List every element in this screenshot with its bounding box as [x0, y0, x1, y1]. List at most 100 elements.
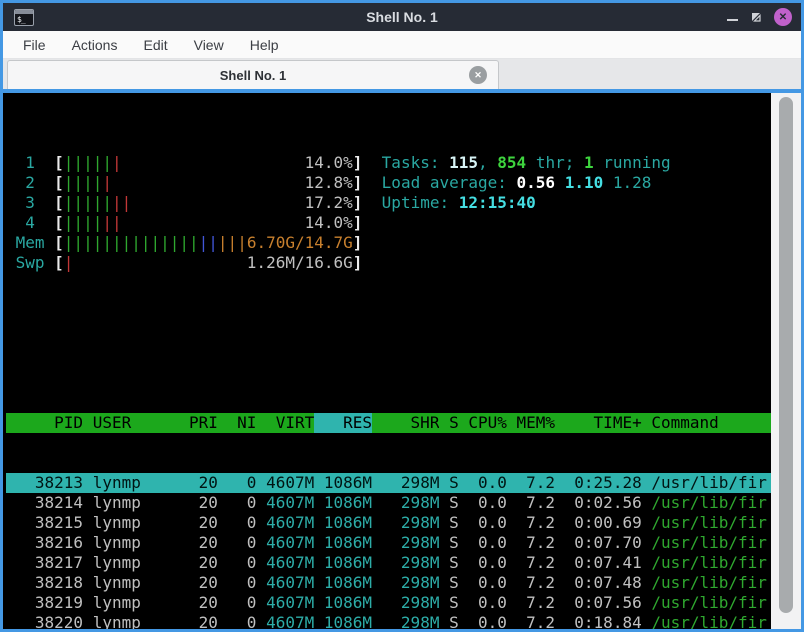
cell-res: 1086M	[323, 573, 373, 592]
cell-mem: 7.2	[526, 593, 556, 612]
cell-mem: 7.2	[526, 533, 556, 552]
process-table-header[interactable]: PID USER PRI NI VIRT RES SHR S CPU% MEM% TIME+ Com…	[6, 413, 771, 433]
cell-time: 0:07.48	[574, 573, 642, 592]
cell-mem: 7.2	[526, 493, 556, 512]
cell-time: 0:07.70	[574, 533, 642, 552]
menu-bar: File Actions Edit View Help	[3, 31, 801, 59]
cell-pri: 20	[198, 493, 218, 512]
cell-virt: 4607M	[266, 513, 315, 532]
process-row[interactable]: 38219 lynmp 20 0 4607M 1086M 298M S 0.0 7.2 0:07.…	[6, 593, 771, 613]
meter-bars: ||	[102, 213, 122, 232]
cell-cpu: 0.0	[477, 573, 507, 592]
tab-label: Shell No. 1	[219, 67, 287, 83]
meter-label: 1	[6, 153, 35, 172]
process-row[interactable]: 38216 lynmp 20 0 4607M 1086M 298M S 0.0 7.2 0:07.…	[6, 533, 771, 553]
column-header-pri[interactable]: PRI	[179, 413, 218, 433]
scrollbar-track[interactable]	[771, 93, 801, 629]
cell-user: lynmp	[92, 593, 141, 612]
cell-virt: 4607M	[266, 473, 315, 492]
tab-bar: Shell No. 1 ✕	[3, 59, 801, 89]
meter-value: 14.0%	[304, 153, 353, 172]
terminal-screen[interactable]: 1[||||| | 14.0%] 2[|||| | 12.8%] 3[||||| || 17…	[3, 93, 771, 629]
cell-s: S	[449, 593, 459, 612]
cell-res: 1086M	[323, 473, 373, 492]
cell-pid: 38219	[34, 593, 84, 612]
cell-res: 1086M	[323, 593, 373, 612]
scrollbar-thumb[interactable]	[779, 97, 793, 613]
process-row[interactable]: 38217 lynmp 20 0 4607M 1086M 298M S 0.0 7.2 0:07.…	[6, 553, 771, 573]
cell-user: lynmp	[92, 513, 141, 532]
cell-ni: 0	[246, 533, 257, 552]
cell-shr: 298M	[400, 473, 440, 492]
meter-value: 12.8%	[304, 173, 353, 192]
menu-item-help[interactable]: Help	[237, 33, 292, 57]
cell-s: S	[449, 573, 459, 592]
cell-s: S	[449, 473, 459, 492]
tab-close-icon[interactable]: ✕	[469, 66, 487, 84]
cell-cpu: 0.0	[477, 473, 507, 492]
column-header-res[interactable]: RES	[314, 413, 373, 433]
cell-s: S	[449, 533, 459, 552]
cell-pri: 20	[198, 613, 218, 629]
process-row[interactable]: 38218 lynmp 20 0 4607M 1086M 298M S 0.0 7.2 0:07.…	[6, 573, 771, 593]
meter-bars: |||	[217, 233, 247, 252]
cell-s: S	[449, 513, 459, 532]
cell-command: /usr/lib/fir	[651, 553, 767, 572]
minimize-button[interactable]	[727, 19, 738, 21]
cell-shr: 298M	[400, 513, 440, 532]
cell-shr: 298M	[400, 493, 440, 512]
column-header-cpu[interactable]: CPU%	[459, 413, 507, 433]
meter-label: Mem	[6, 233, 45, 252]
restore-button[interactable]	[750, 11, 762, 23]
cell-pid: 38214	[34, 493, 84, 512]
tasks-load-uptime: Tasks: 115, 854 thr; 1 running Load avera…	[382, 153, 671, 273]
column-header-pid[interactable]: PID	[6, 413, 83, 433]
process-row[interactable]: 38220 lynmp 20 0 4607M 1086M 298M S 0.0 7.2 0:18.…	[6, 613, 771, 629]
cell-shr: 298M	[400, 533, 440, 552]
meter-value: 6.70G/14.7G	[246, 233, 353, 252]
cell-command: /usr/lib/fir	[651, 613, 767, 629]
column-header-s[interactable]: S	[439, 413, 459, 433]
column-header-time[interactable]: TIME+	[555, 413, 642, 433]
cell-pri: 20	[198, 473, 218, 492]
cell-mem: 7.2	[526, 513, 556, 532]
cell-command: /usr/lib/fir	[651, 593, 767, 612]
process-row-selected[interactable]: 38213 lynmp 20 0 4607M 1086M 298M S 0.0 7.2 0:25.…	[6, 473, 771, 493]
cell-ni: 0	[246, 493, 257, 512]
column-header-virt[interactable]: VIRT	[256, 413, 315, 433]
meter-bars: |	[102, 173, 112, 192]
process-row[interactable]: 38215 lynmp 20 0 4607M 1086M 298M S 0.0 7.2 0:00.…	[6, 513, 771, 533]
cell-shr: 298M	[400, 613, 440, 629]
column-header-shr[interactable]: SHR	[372, 413, 440, 433]
cell-pri: 20	[198, 513, 218, 532]
close-button[interactable]: ✕	[774, 8, 792, 26]
cell-virt: 4607M	[266, 613, 315, 629]
process-row[interactable]: 38214 lynmp 20 0 4607M 1086M 298M S 0.0 7.2 0:02.…	[6, 493, 771, 513]
tab-shell-no-1[interactable]: Shell No. 1 ✕	[7, 60, 499, 89]
load-average-line: Load average: 0.56 1.10 1.28	[381, 173, 652, 192]
cell-pid: 38216	[34, 533, 84, 552]
cell-s: S	[449, 613, 459, 629]
meter-bars: |||||	[63, 193, 112, 212]
cell-mem: 7.2	[526, 553, 556, 572]
cell-ni: 0	[246, 473, 257, 492]
cell-command: /usr/lib/fir	[651, 573, 767, 592]
column-header-command[interactable]: Command	[642, 413, 771, 433]
cell-cpu: 0.0	[477, 493, 507, 512]
cell-user: lynmp	[92, 573, 141, 592]
cell-cpu: 0.0	[477, 593, 507, 612]
cell-cpu: 0.0	[477, 513, 507, 532]
meter-bars: |	[63, 253, 74, 272]
cell-time: 0:00.69	[574, 513, 642, 532]
meter-swp: Swp[| 1.26M/16.6G]	[6, 253, 363, 272]
menu-item-edit[interactable]: Edit	[130, 33, 180, 57]
meter-bars: ||||||||||||||	[63, 233, 199, 252]
menu-item-actions[interactable]: Actions	[59, 33, 131, 57]
column-header-ni[interactable]: NI	[218, 413, 256, 433]
menu-item-file[interactable]: File	[10, 33, 59, 57]
column-header-user[interactable]: USER	[93, 413, 180, 433]
cell-ni: 0	[246, 613, 257, 629]
meter-label: 3	[6, 193, 35, 212]
column-header-mem[interactable]: MEM%	[507, 413, 556, 433]
menu-item-view[interactable]: View	[181, 33, 237, 57]
